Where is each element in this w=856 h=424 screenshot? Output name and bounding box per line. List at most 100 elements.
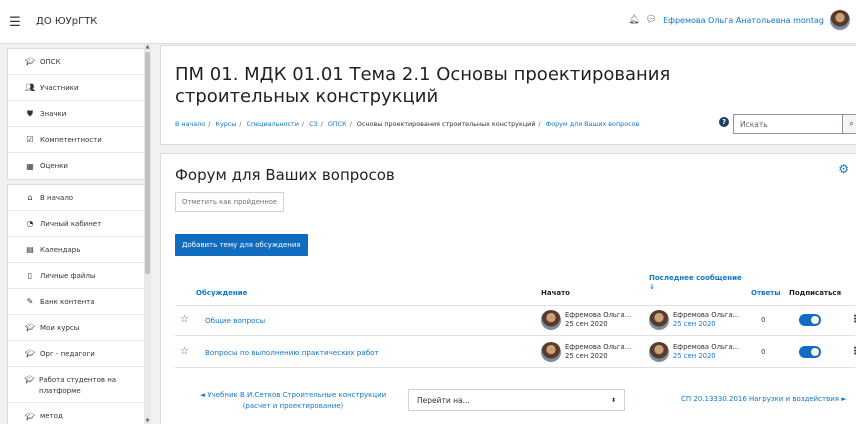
table-icon: ▦	[26, 161, 34, 171]
avatar[interactable]	[541, 342, 561, 362]
user-name[interactable]: Ефремова Ольга...	[673, 343, 739, 352]
more-actions-icon[interactable]: ⋮	[850, 346, 856, 357]
column-replies[interactable]: Ответы	[751, 289, 781, 297]
column-discussion[interactable]: Обсуждение	[196, 289, 247, 297]
sidebar-item-label: Орг - педагоги	[40, 349, 95, 358]
checkbox-icon: ☑	[26, 135, 34, 144]
last-post-date-link[interactable]: 25 сен 2020	[673, 320, 739, 329]
forum-title: Форум для Ваших вопросов	[175, 166, 395, 184]
sidebar-item-method[interactable]: 🎓︎ метод	[8, 403, 150, 424]
last-post: Ефремова Ольга... 25 сен 2020	[649, 342, 739, 362]
help-icon[interactable]: ?	[719, 117, 729, 127]
dashboard-icon: ◔	[26, 219, 34, 228]
subscribe-toggle[interactable]	[799, 314, 821, 326]
user-name[interactable]: Ефремова Ольга...	[565, 311, 631, 320]
sidebar-item-label: Личный кабинет	[40, 219, 102, 228]
site-nav-group: ⌂ В начало ◔ Личный кабинет ▤ Календарь ▯ Ли…	[7, 184, 151, 424]
avatar[interactable]	[830, 10, 850, 30]
sidebar-item-competencies[interactable]: ☑ Компетентности	[8, 127, 150, 153]
topic-link[interactable]: Общие вопросы	[205, 316, 265, 325]
scroll-up-icon[interactable]: ▲	[144, 44, 151, 50]
avatar[interactable]	[649, 310, 669, 330]
sidebar-item-label: В начало	[40, 193, 74, 202]
sidebar-item-home[interactable]: ⌂ В начало	[8, 185, 150, 211]
star-icon[interactable]: ☆	[180, 346, 189, 357]
last-post-date-link[interactable]: 25 сен 2020	[673, 352, 739, 361]
graduation-cap-icon: 🎓︎	[24, 323, 36, 332]
sidebar-item-label: Компетентности	[40, 135, 102, 144]
gear-icon[interactable]: ⚙	[838, 162, 849, 176]
avatar[interactable]	[541, 310, 561, 330]
sidebar-item-org-teachers[interactable]: 🎓︎ Орг - педагоги	[8, 341, 150, 367]
home-icon: ⌂	[27, 193, 33, 202]
post-date: 25 сен 2020	[565, 320, 608, 328]
jump-to-select[interactable]: Перейти на... ⬍	[408, 389, 625, 411]
chat-icon[interactable]: 💬︎	[646, 15, 657, 25]
post-date: 25 сен 2020	[565, 352, 608, 360]
last-post: Ефремова Ольга... 25 сен 2020	[649, 310, 739, 330]
top-navbar: ☰ ДО ЮУрГТК 🔔︎ 💬︎ Ефремова Ольга Анатоль…	[0, 0, 856, 44]
shield-icon: ⛊	[27, 108, 33, 118]
star-icon[interactable]: ☆	[180, 314, 189, 325]
toggle-knob	[811, 348, 819, 356]
next-activity-link[interactable]: СП 20.13330.2016 Нагрузки и воздействия …	[681, 395, 847, 403]
jump-to-value: Перейти на...	[417, 395, 470, 405]
sidebar-item-participants[interactable]: 👥︎ Участники	[8, 75, 150, 101]
scroll-thumb[interactable]	[145, 52, 150, 274]
sidebar: 🎓︎ ОПСК 👥︎ Участники ⛊ Значки ☑ Компетентнос…	[7, 44, 151, 424]
sidebar-item-my-courses[interactable]: 🎓︎ Мои курсы	[8, 315, 150, 341]
sidebar-item-student-work[interactable]: 🎓︎ Работа студентов на платформе	[8, 367, 150, 403]
column-subscribe: Подписаться	[789, 289, 842, 297]
hamburger-icon[interactable]: ☰	[7, 14, 23, 30]
course-nav-group: 🎓︎ ОПСК 👥︎ Участники ⛊ Значки ☑ Компетентнос…	[7, 48, 151, 180]
page-title: ПМ 01. МДК 01.01 Тема 2.1 Основы проекти…	[175, 64, 671, 107]
breadcrumb-home[interactable]: В начало	[175, 120, 205, 128]
started-by: Ефремова Ольга... 25 сен 2020	[541, 342, 631, 362]
column-started[interactable]: Начато	[541, 289, 570, 297]
breadcrumb-opsk[interactable]: ОПСК	[328, 120, 347, 128]
more-actions-icon[interactable]: ⋮	[850, 314, 856, 325]
topic-link[interactable]: Вопросы по выполнению практических работ	[205, 348, 379, 357]
sidebar-item-content-bank[interactable]: ✎ Банк контента	[8, 289, 150, 315]
replies-count: 0	[761, 316, 766, 324]
prev-activity-link[interactable]: ◄ Учебник В.И.Сетков Строительные констр…	[193, 390, 393, 412]
sidebar-scrollbar[interactable]: ▲ ▼	[144, 44, 151, 424]
sidebar-item-files[interactable]: ▯ Личные файлы	[8, 263, 150, 289]
column-last-post[interactable]: Последнее сообщение ↓	[649, 274, 744, 292]
sidebar-item-label: Значки	[40, 109, 67, 118]
subscribe-toggle[interactable]	[799, 346, 821, 358]
user-name[interactable]: Ефремова Ольга...	[565, 343, 631, 352]
sidebar-item-label: Мои курсы	[40, 323, 80, 332]
user-name[interactable]: Ефремова Ольга Анатольевна montag	[663, 16, 824, 25]
breadcrumb: В начало / Курсы / Специальности / СЗ / ОПСК…	[175, 120, 640, 128]
table-header: Обсуждение Начато Последнее сообщение ↓ …	[175, 266, 855, 306]
sidebar-item-grades[interactable]: ▦ Оценки	[8, 153, 150, 179]
avatar[interactable]	[649, 342, 669, 362]
sidebar-item-label: метод	[40, 412, 63, 420]
scroll-down-icon[interactable]: ▼	[144, 418, 151, 424]
mark-done-button[interactable]: Отметить как пройденное	[175, 192, 285, 212]
breadcrumb-courses[interactable]: Курсы	[215, 120, 236, 128]
sidebar-item-label: Участники	[40, 83, 79, 92]
sidebar-item-badges[interactable]: ⛊ Значки	[8, 101, 150, 127]
breadcrumb-specialties[interactable]: Специальности	[247, 120, 299, 128]
add-topic-button[interactable]: Добавить тему для обсуждения	[175, 234, 308, 256]
calendar-icon: ▤	[26, 245, 34, 254]
breadcrumb-section: Основы проектирования строительных конст…	[356, 120, 536, 128]
sidebar-item-opsk[interactable]: 🎓︎ ОПСК	[8, 49, 150, 75]
search-input[interactable]: Искать	[733, 114, 843, 134]
search-icon[interactable]: ⌕	[843, 114, 856, 134]
replies-count: 0	[761, 348, 766, 356]
sidebar-item-dashboard[interactable]: ◔ Личный кабинет	[8, 211, 150, 237]
sidebar-item-label: ОПСК	[40, 57, 61, 66]
breadcrumb-forum[interactable]: Форум для Ваших вопросов	[546, 120, 640, 128]
started-by: Ефремова Ольга... 25 сен 2020	[541, 310, 631, 330]
breadcrumb-sz[interactable]: СЗ	[309, 120, 318, 128]
graduation-cap-icon: 🎓︎	[24, 349, 36, 358]
user-name[interactable]: Ефремова Ольга...	[673, 311, 739, 320]
site-name[interactable]: ДО ЮУрГТК	[36, 16, 97, 27]
sidebar-item-calendar[interactable]: ▤ Календарь	[8, 237, 150, 263]
page-header: ПМ 01. МДК 01.01 Тема 2.1 Основы проекти…	[160, 45, 856, 145]
select-arrows-icon: ⬍	[610, 396, 616, 404]
bell-icon[interactable]: 🔔︎	[628, 15, 639, 25]
